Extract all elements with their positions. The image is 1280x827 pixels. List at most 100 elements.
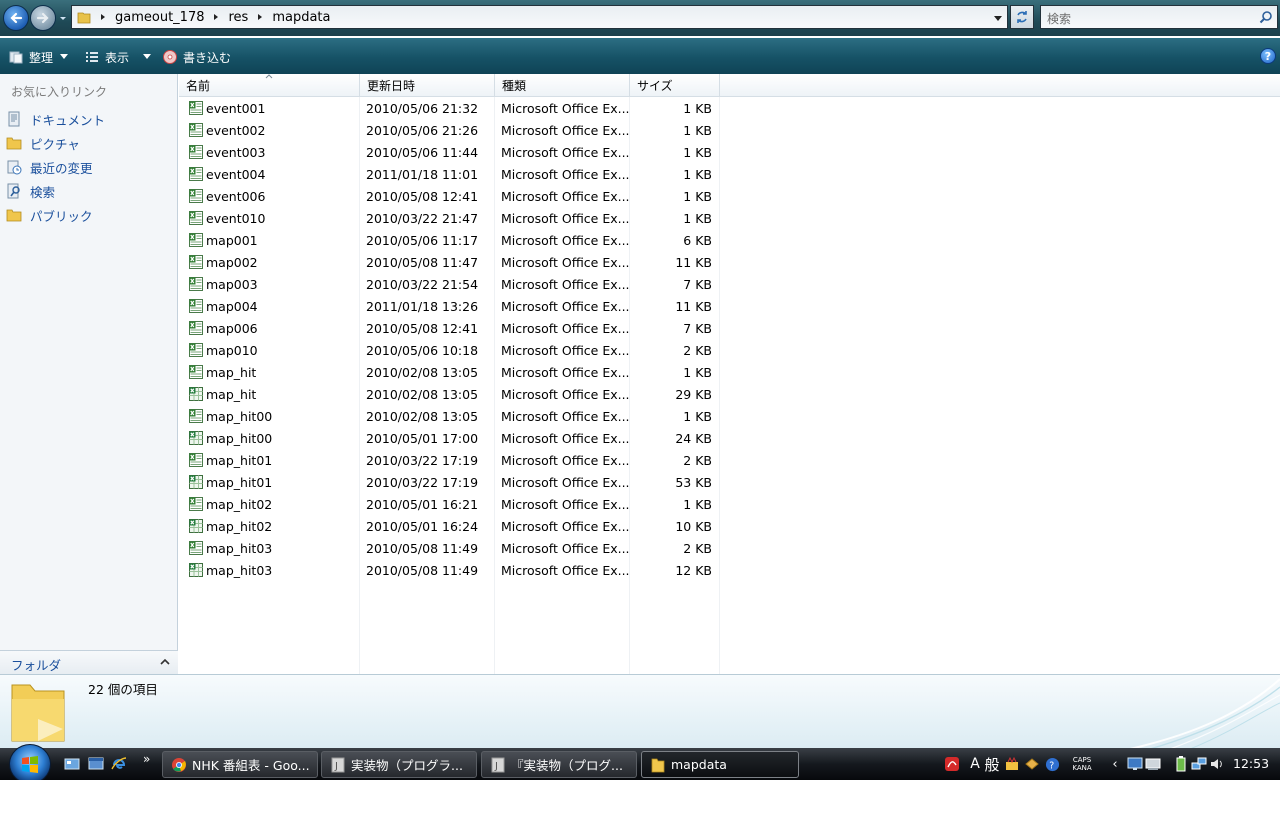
file-name-cell[interactable]: map_hit00 xyxy=(188,430,272,446)
breadcrumb-gameout-178[interactable]: gameout_178 xyxy=(115,10,204,25)
table-row[interactable]: event002 2010/05/06 21:26 Microsoft Office… xyxy=(179,119,719,141)
table-row[interactable]: map_hit02 2010/05/01 16:24 Microsoft Offic… xyxy=(179,515,719,537)
device-tray-icon[interactable] xyxy=(1144,755,1162,773)
chevron-up-icon[interactable] xyxy=(160,658,170,666)
table-row[interactable]: map_hit03 2010/05/08 11:49 Microsoft Offic… xyxy=(179,537,719,559)
nav-item-searches[interactable]: 検索 xyxy=(6,181,55,201)
table-row[interactable]: map_hit03 2010/05/08 11:49 Microsoft Offic… xyxy=(179,559,719,581)
switch-windows-icon[interactable] xyxy=(88,756,104,772)
column-header-size[interactable]: サイズ xyxy=(630,74,720,97)
file-name-cell[interactable]: map_hit03 xyxy=(188,540,272,556)
nav-item-pictures[interactable]: ピクチャ xyxy=(6,133,80,153)
quick-launch-overflow-icon[interactable]: » xyxy=(143,752,150,766)
refresh-button[interactable] xyxy=(1010,5,1034,29)
power-tray-icon[interactable] xyxy=(1172,755,1190,773)
table-row[interactable]: event003 2010/05/06 11:44 Microsoft Office… xyxy=(179,141,719,163)
display-tray-icon[interactable] xyxy=(1126,755,1144,773)
start-button[interactable] xyxy=(9,744,51,780)
column-header-type[interactable]: 種類 xyxy=(495,74,630,97)
file-name-cell[interactable]: map_hit02 xyxy=(188,518,272,534)
folders-bar[interactable]: フォルダ xyxy=(0,650,178,674)
file-name-cell[interactable]: map001 xyxy=(188,232,258,248)
recent-pages-dropdown-icon[interactable] xyxy=(58,12,68,24)
file-name-cell[interactable]: map_hit02 xyxy=(188,496,272,512)
caps-kana-indicator[interactable]: CAPS KANA xyxy=(1064,755,1100,773)
help-icon[interactable]: ? xyxy=(1260,48,1276,64)
table-row[interactable]: map006 2010/05/08 12:41 Microsoft Office E… xyxy=(179,317,719,339)
file-name-cell[interactable]: map010 xyxy=(188,342,258,358)
file-name-cell[interactable]: event010 xyxy=(188,210,265,226)
table-row[interactable]: map_hit02 2010/05/01 16:21 Microsoft Offic… xyxy=(179,493,719,515)
network-tray-icon[interactable] xyxy=(1190,755,1208,773)
clock[interactable]: 12:53 xyxy=(1233,756,1269,771)
breadcrumb-separator-icon[interactable] xyxy=(212,12,220,22)
ime-help-icon[interactable]: ? xyxy=(1044,755,1060,773)
show-desktop-icon[interactable] xyxy=(64,756,80,772)
file-name-cell[interactable]: event006 xyxy=(188,188,265,204)
file-name-cell[interactable]: map_hit00 xyxy=(188,408,272,424)
ime-tool-icon[interactable] xyxy=(1003,755,1021,773)
table-row[interactable]: map_hit 2010/02/08 13:05 Microsoft Office … xyxy=(179,361,719,383)
address-history-dropdown-icon[interactable] xyxy=(993,13,1003,23)
search-icon[interactable] xyxy=(1259,10,1273,24)
file-name-cell[interactable]: event002 xyxy=(188,122,265,138)
column-header-modified[interactable]: 更新日時 xyxy=(360,74,495,97)
column-header-name[interactable]: 名前 xyxy=(179,74,360,97)
file-name-cell[interactable]: map004 xyxy=(188,298,258,314)
table-row[interactable]: map_hit 2010/02/08 13:05 Microsoft Office … xyxy=(179,383,719,405)
table-row[interactable]: map_hit00 2010/02/08 13:05 Microsoft Offic… xyxy=(179,405,719,427)
file-name-cell[interactable]: map003 xyxy=(188,276,258,292)
ime-input-mode-icon[interactable]: A xyxy=(968,755,982,773)
forward-button[interactable] xyxy=(30,5,56,31)
table-row[interactable]: map010 2010/05/06 10:18 Microsoft Office E… xyxy=(179,339,719,361)
breadcrumb-res[interactable]: res xyxy=(228,10,248,25)
views-button[interactable]: 表示 xyxy=(84,47,156,67)
table-row[interactable]: map003 2010/03/22 21:54 Microsoft Office E… xyxy=(179,273,719,295)
taskbar-button-document-1[interactable]: J 実装物（プログラ... xyxy=(321,751,477,778)
file-name-cell[interactable]: event003 xyxy=(188,144,265,160)
search-input[interactable]: 検索 xyxy=(1047,10,1071,27)
ime-pad-icon[interactable] xyxy=(1023,755,1041,773)
table-row[interactable]: event004 2011/01/18 11:01 Microsoft Office… xyxy=(179,163,719,185)
breadcrumb-separator-icon[interactable] xyxy=(256,12,264,22)
taskbar-button-mapdata[interactable]: mapdata xyxy=(641,751,799,778)
table-row[interactable]: event006 2010/05/08 12:41 Microsoft Office… xyxy=(179,185,719,207)
file-name-cell[interactable]: event001 xyxy=(188,100,265,116)
organize-button[interactable]: 整理 xyxy=(8,47,73,67)
table-row[interactable]: event010 2010/03/22 21:47 Microsoft Office… xyxy=(179,207,719,229)
table-row[interactable]: event001 2010/05/06 21:32 Microsoft Office… xyxy=(179,97,719,119)
file-name-cell[interactable]: map002 xyxy=(188,254,258,270)
table-row[interactable]: map001 2010/05/06 11:17 Microsoft Office E… xyxy=(179,229,719,251)
file-name-cell[interactable]: map_hit03 xyxy=(188,562,272,578)
file-name-cell[interactable]: event004 xyxy=(188,166,265,182)
acrobat-tray-icon[interactable] xyxy=(943,755,961,773)
file-name-cell[interactable]: map006 xyxy=(188,320,258,336)
internet-explorer-icon[interactable] xyxy=(111,756,127,772)
table-row[interactable]: map002 2010/05/08 11:47 Microsoft Office E… xyxy=(179,251,719,273)
taskbar-button-document-2[interactable]: J 『実装物（プログ... xyxy=(481,751,637,778)
address-field[interactable]: gameout_178 res mapdata xyxy=(71,5,1008,29)
show-hidden-icons-icon[interactable]: ‹ xyxy=(1110,755,1120,773)
file-name: map002 xyxy=(206,254,258,270)
table-row[interactable]: map004 2011/01/18 13:26 Microsoft Office E… xyxy=(179,295,719,317)
back-button[interactable] xyxy=(3,5,29,31)
file-name-cell[interactable]: map_hit xyxy=(188,364,256,380)
nav-item-label: ピクチャ xyxy=(30,136,80,152)
ime-conversion-mode-icon[interactable]: 般 xyxy=(983,755,1001,774)
table-row[interactable]: map_hit00 2010/05/01 17:00 Microsoft Offic… xyxy=(179,427,719,449)
file-name-cell[interactable]: map_hit01 xyxy=(188,474,272,490)
burn-button[interactable]: 書き込む xyxy=(162,47,231,67)
breadcrumb-separator-icon[interactable] xyxy=(99,12,107,22)
table-row[interactable]: map_hit01 2010/03/22 17:19 Microsoft Offic… xyxy=(179,471,719,493)
breadcrumb-mapdata[interactable]: mapdata xyxy=(272,10,330,25)
table-row[interactable]: map_hit01 2010/03/22 17:19 Microsoft Offic… xyxy=(179,449,719,471)
search-box[interactable]: 検索 xyxy=(1040,5,1278,29)
file-name-cell[interactable]: map_hit01 xyxy=(188,452,272,468)
file-name-cell[interactable]: map_hit xyxy=(188,386,256,402)
file-modified-date: 2011/01/18 13:26 xyxy=(366,298,479,314)
volume-tray-icon[interactable] xyxy=(1208,755,1226,773)
nav-item-public[interactable]: パブリック xyxy=(6,205,93,225)
nav-item-documents[interactable]: ドキュメント xyxy=(6,109,105,129)
taskbar-button-chrome[interactable]: NHK 番組表 - Goo... xyxy=(162,751,318,778)
nav-item-recent-changes[interactable]: 最近の変更 xyxy=(6,157,93,177)
